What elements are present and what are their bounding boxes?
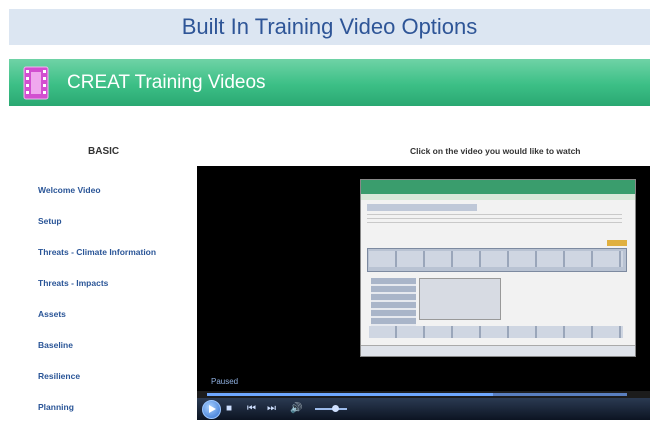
- app-title: CREAT Training Videos: [67, 71, 266, 93]
- video-link-threats-impacts[interactable]: Threats - Impacts: [38, 278, 188, 309]
- volume-knob[interactable]: [331, 405, 339, 412]
- film-icon: [23, 66, 49, 100]
- player-controls: ■ ⏮ ⏭ 🔊: [197, 398, 650, 420]
- seek-bar[interactable]: [197, 391, 650, 398]
- video-link-baseline[interactable]: Baseline: [38, 340, 188, 371]
- volume-icon[interactable]: 🔊: [290, 403, 302, 414]
- video-link-setup[interactable]: Setup: [38, 216, 188, 247]
- slide-header: Built In Training Video Options: [9, 9, 650, 45]
- sidebar-heading: BASIC: [88, 146, 120, 157]
- stop-icon[interactable]: ■: [226, 403, 232, 414]
- video-link-welcome[interactable]: Welcome Video: [38, 185, 188, 216]
- play-icon[interactable]: [202, 400, 221, 419]
- video-link-planning[interactable]: Planning: [38, 402, 188, 433]
- video-link-threats-climate[interactable]: Threats - Climate Information: [38, 247, 188, 278]
- app-banner: CREAT Training Videos: [9, 59, 650, 106]
- player-status: Paused: [211, 377, 239, 386]
- next-icon[interactable]: ⏭: [267, 403, 276, 414]
- video-player[interactable]: Paused ■ ⏮ ⏭ 🔊: [197, 166, 650, 420]
- slide-title: Built In Training Video Options: [181, 14, 478, 39]
- instruction-text: Click on the video you would like to wat…: [410, 146, 581, 156]
- video-frame: [360, 179, 636, 357]
- seek-progress: [207, 393, 493, 396]
- video-list: Welcome Video Setup Threats - Climate In…: [38, 185, 188, 433]
- previous-icon[interactable]: ⏮: [247, 403, 256, 414]
- video-link-assets[interactable]: Assets: [38, 309, 188, 340]
- video-link-resilience[interactable]: Resilience: [38, 371, 188, 402]
